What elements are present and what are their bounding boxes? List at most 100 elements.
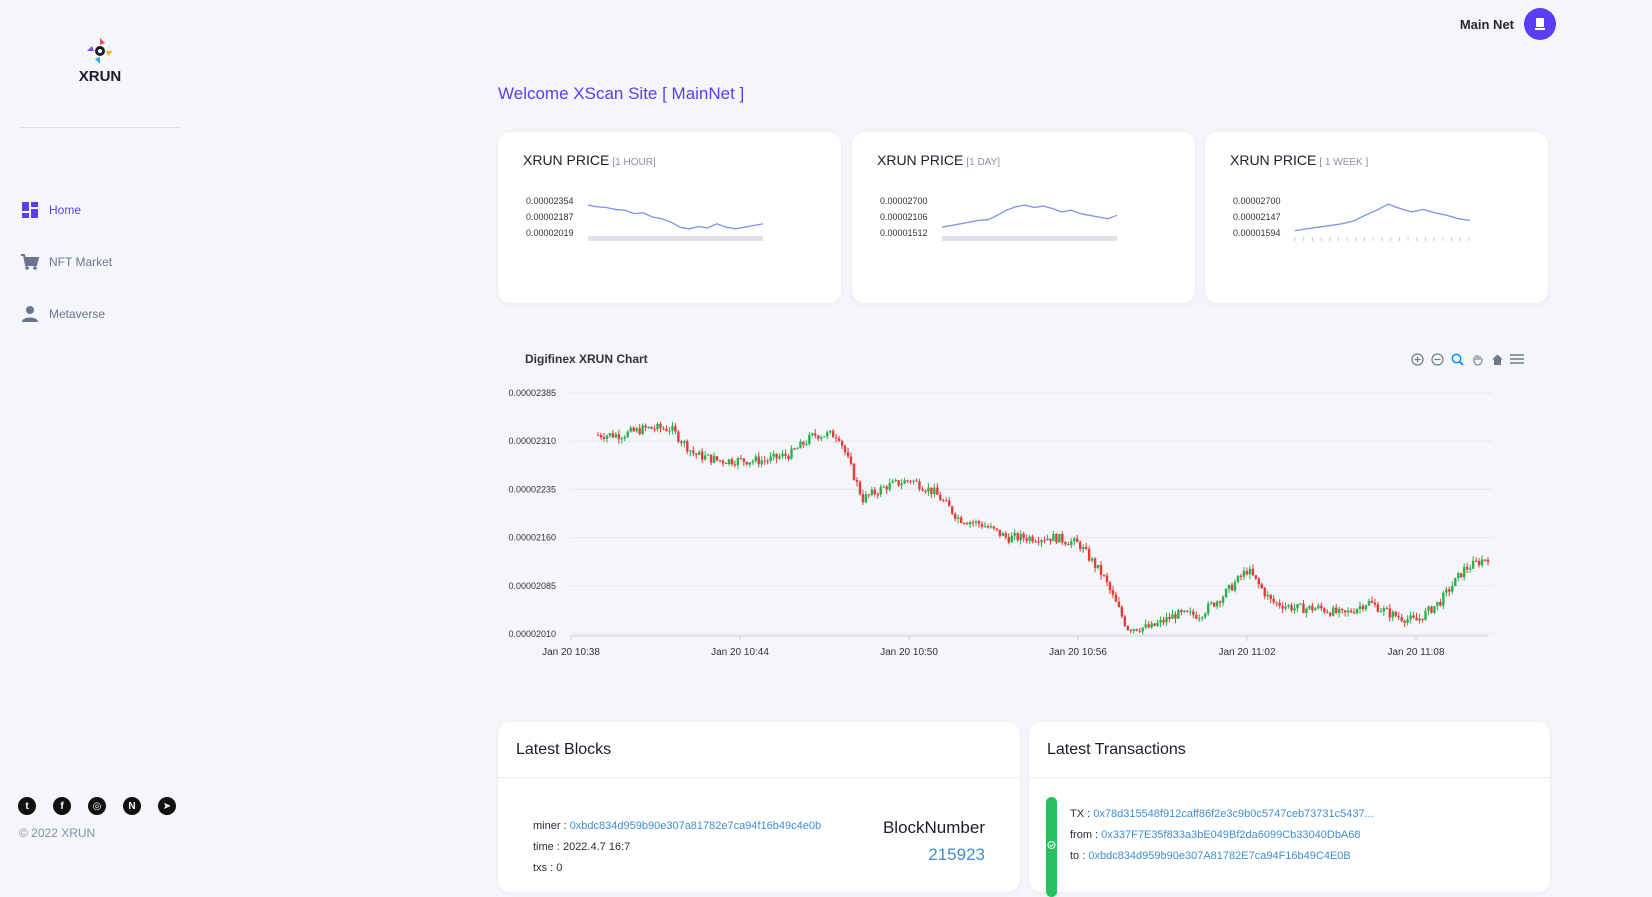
candle	[1388, 603, 1391, 622]
tx-hash-link[interactable]: 0x78d315548f912caff86f2e3c9b0c5747ceb737…	[1093, 808, 1374, 820]
network-icon[interactable]	[1524, 8, 1556, 40]
candle	[1343, 610, 1347, 617]
x-tick-label: Jan 20 11:08	[1387, 647, 1445, 658]
candle	[793, 447, 796, 451]
candle	[879, 484, 882, 498]
candle	[1376, 601, 1380, 613]
candle	[1162, 616, 1165, 626]
candle	[1340, 608, 1344, 614]
candle	[1212, 602, 1216, 608]
candle	[891, 478, 894, 484]
candle	[1096, 565, 1100, 570]
candle	[677, 429, 680, 444]
y-tick-label: 0.00002160	[508, 533, 556, 543]
candle	[1147, 621, 1150, 629]
candle	[1061, 531, 1064, 546]
candle	[995, 528, 999, 532]
logo[interactable]: XRUN	[78, 36, 122, 85]
candle	[772, 450, 775, 461]
candle	[1117, 596, 1121, 608]
candlestick-chart-panel: Digifinex XRUN Chart 0.00002385 0.0000231…	[498, 336, 1550, 666]
twitter-icon[interactable]: t	[18, 797, 36, 815]
candle	[721, 459, 725, 467]
candle	[1433, 606, 1436, 615]
candle	[1308, 605, 1311, 611]
candle	[1055, 533, 1058, 545]
candle	[1064, 540, 1067, 547]
candle	[1138, 627, 1141, 634]
candle	[861, 489, 865, 506]
candle	[665, 425, 668, 432]
time-row: time : 2022.4.7 16:7	[533, 837, 821, 858]
price-card-1-day: XRUN PRICE [1 DAY] 0.00002700 0.00002106 0.…	[852, 132, 1195, 303]
candle	[1135, 628, 1138, 632]
x-tick-label: Jan 20 10:50	[880, 647, 938, 658]
candle	[876, 492, 879, 499]
candle	[674, 423, 677, 435]
candle	[1186, 610, 1189, 613]
candle	[745, 461, 749, 466]
candle	[846, 447, 850, 459]
candle	[1477, 558, 1481, 568]
block-time: 2022.4.7 16:7	[562, 841, 631, 853]
candle	[718, 459, 722, 463]
candle	[1102, 574, 1106, 578]
candle	[769, 452, 772, 464]
candle	[1159, 616, 1162, 628]
candle	[787, 454, 790, 462]
tx-details: TX : 0x78d315548f912caff86f2e3c9b0c5747c…	[1070, 804, 1374, 867]
candle	[1084, 542, 1088, 551]
candle	[974, 519, 978, 527]
candle	[1483, 559, 1487, 562]
from-address-link[interactable]: 0x337F7E35f833a3bE049Bf2da6099Cb33040DbA…	[1101, 829, 1360, 841]
candle	[748, 462, 752, 468]
candle	[1070, 537, 1073, 549]
candle	[1352, 607, 1356, 615]
candle	[1224, 587, 1228, 598]
telegram-icon[interactable]: ➤	[158, 797, 176, 815]
candle	[1201, 616, 1204, 622]
candle	[906, 479, 909, 484]
candle	[1025, 534, 1028, 544]
candle	[623, 435, 626, 442]
candle	[760, 456, 763, 468]
candle	[951, 505, 954, 516]
candle	[1141, 627, 1144, 635]
check-icon	[1047, 841, 1056, 849]
to-address-link[interactable]: 0xbdc834d959b90e307A81782E7ca94F16b49C4E…	[1088, 850, 1350, 862]
candle	[1049, 538, 1052, 545]
candle	[1207, 601, 1210, 617]
candle	[1195, 611, 1198, 620]
candle	[611, 430, 615, 439]
candle	[1239, 573, 1243, 581]
miner-address-link[interactable]: 0xbdc834d959b90e307a81782e7ca94f16b49c4e…	[570, 820, 821, 832]
candle	[1132, 628, 1135, 635]
candle	[962, 522, 966, 525]
sidebar-item-home[interactable]: Home	[19, 184, 112, 236]
facebook-icon[interactable]: f	[53, 797, 71, 815]
candlestick-plot: 0.00002385 0.00002310 0.00002235 0.00002160…	[508, 388, 1493, 658]
candle	[1257, 576, 1261, 589]
candle	[1439, 598, 1442, 607]
x-tick-label: Jan 20 10:44	[711, 647, 769, 658]
block-number-link[interactable]: 215923	[928, 845, 985, 865]
sparkline-volume-bar	[942, 236, 1117, 241]
instagram-icon[interactable]: ◎	[88, 797, 106, 815]
network-switcher[interactable]: Main Net	[1460, 8, 1556, 40]
sidebar-item-nft-market[interactable]: NFT Market	[19, 236, 112, 288]
candle	[858, 480, 862, 496]
candle	[1427, 605, 1430, 616]
sidebar-item-metaverse[interactable]: Metaverse	[19, 288, 112, 340]
candle	[1460, 573, 1463, 579]
naver-icon[interactable]: N	[123, 797, 141, 815]
candle	[1323, 607, 1326, 614]
sparkline-tick-label: 0.00001512	[880, 228, 928, 238]
candle	[1004, 531, 1007, 540]
candle	[1183, 610, 1186, 613]
to-label: to :	[1070, 850, 1089, 862]
candle	[1028, 535, 1031, 544]
candle	[1430, 605, 1433, 614]
y-tick-label: 0.00002010	[508, 629, 556, 639]
candle	[1209, 601, 1213, 606]
candle	[689, 449, 692, 457]
